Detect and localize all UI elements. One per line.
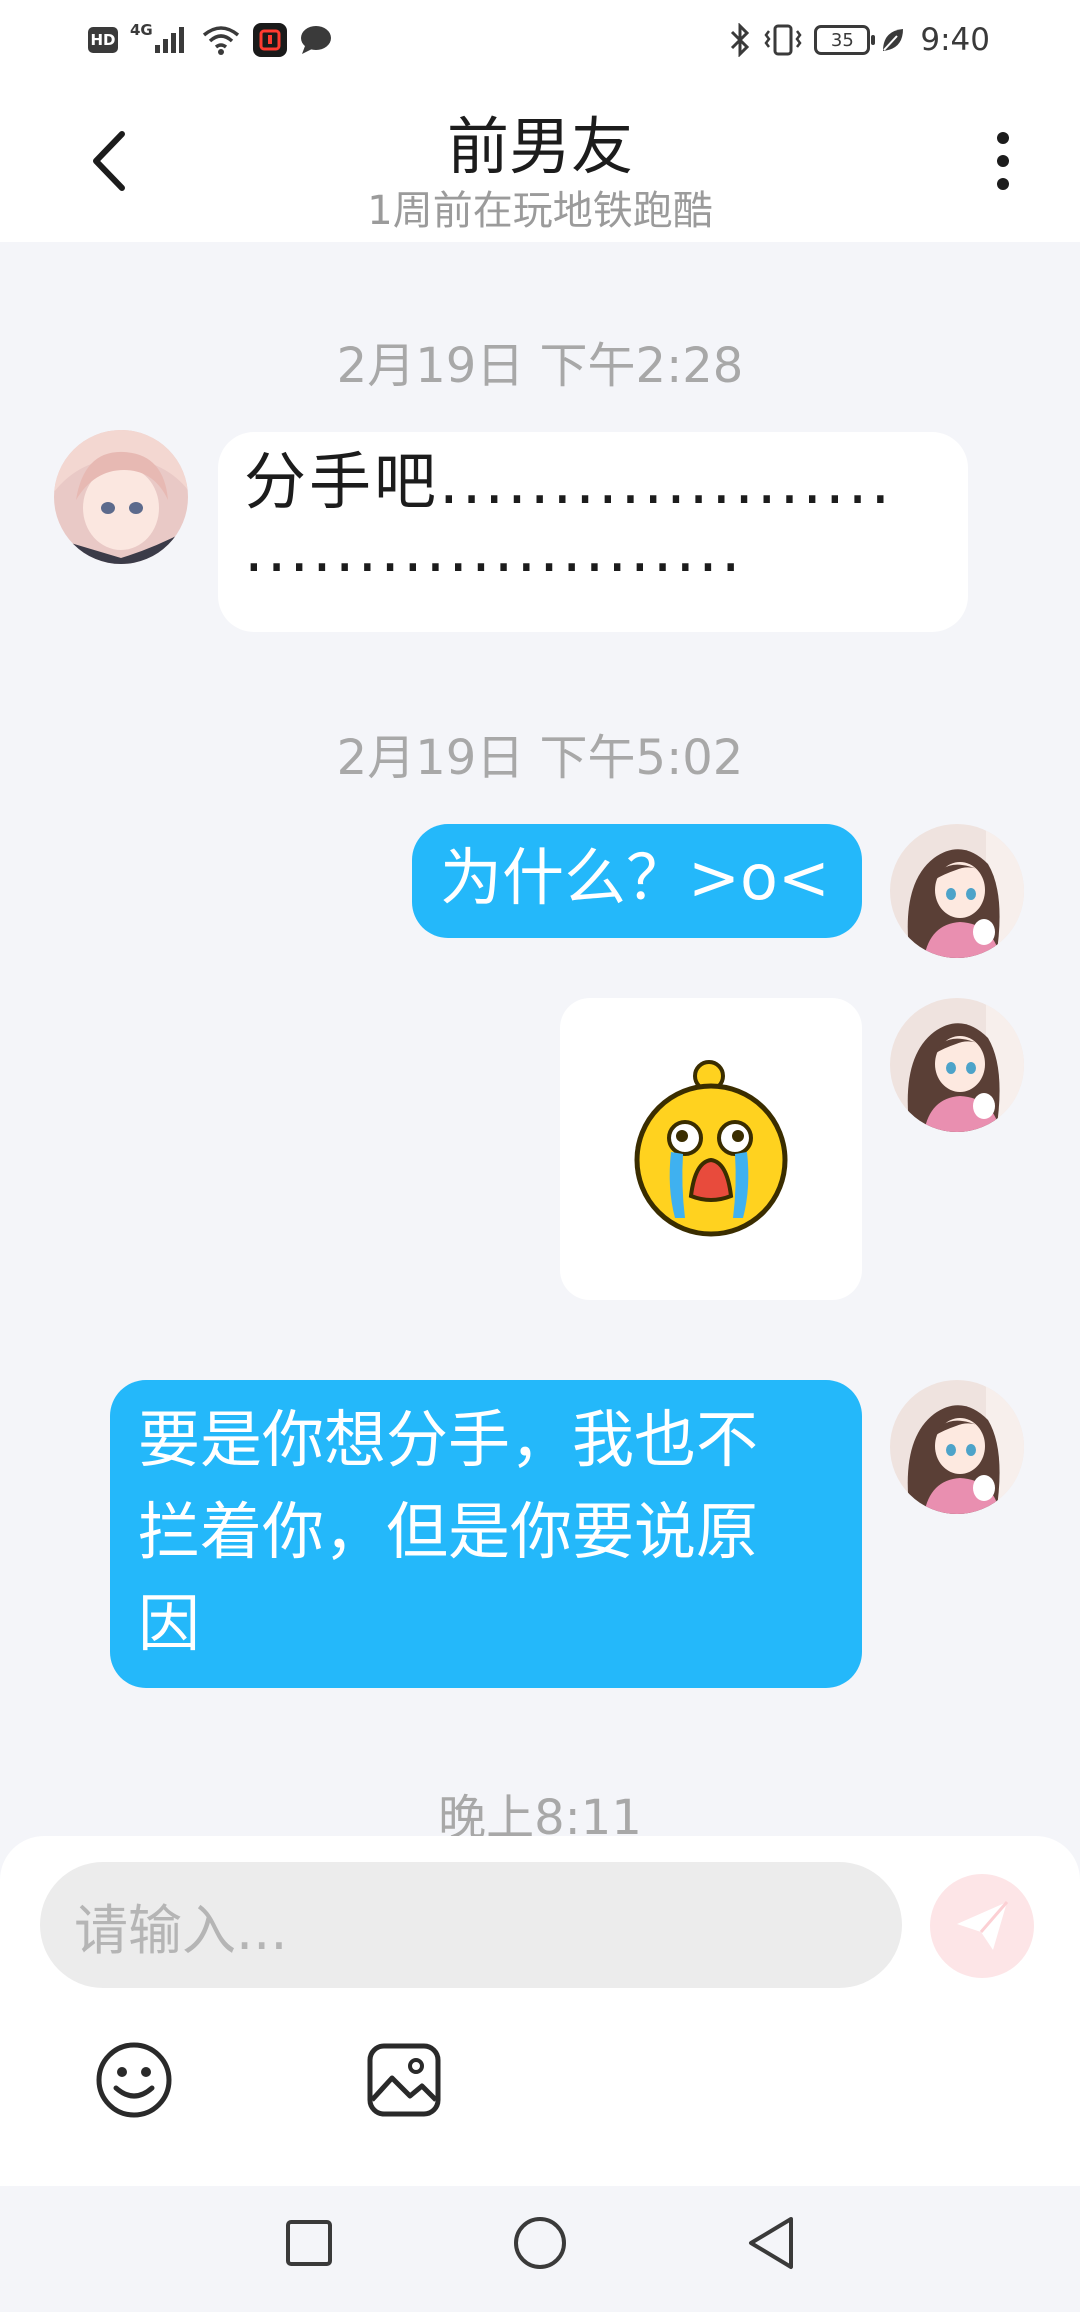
input-placeholder: 请输入...: [74, 1898, 288, 1962]
my-avatar[interactable]: [890, 824, 1024, 958]
triangle-back-icon: [749, 2217, 793, 2269]
circle-icon: [514, 2217, 566, 2269]
my-avatar[interactable]: [890, 1380, 1024, 1514]
status-time: 9:40: [920, 22, 990, 58]
crying-face-sticker: [634, 1060, 788, 1237]
message-input[interactable]: 请输入...: [40, 1862, 902, 1988]
signal-icon: [154, 27, 184, 53]
contact-avatar[interactable]: [54, 430, 188, 564]
more-vertical-icon: [997, 155, 1009, 167]
square-icon: [286, 2220, 332, 2266]
incoming-message-bubble[interactable]: 分手吧.................... ................…: [218, 432, 968, 632]
my-avatar[interactable]: [890, 998, 1024, 1132]
image-button[interactable]: [364, 2040, 444, 2120]
image-icon: [367, 2043, 441, 2117]
bluetooth-icon: [731, 23, 750, 57]
recents-button[interactable]: [276, 2210, 342, 2276]
message-text: 为什么？>o<: [440, 841, 830, 914]
system-back-button[interactable]: [738, 2210, 804, 2276]
chat-screen: HD 4G 35 9:40 前男友 1周前在玩地铁跑酷 2月19日 下午2:28…: [0, 0, 1080, 2312]
message-text-continued: 拦着你，但是你要说原: [138, 1495, 759, 1568]
message-list[interactable]: 2月19日 下午2:28 分手吧.................... ...…: [0, 242, 1080, 1846]
leaf-icon: [883, 29, 904, 51]
message-icon: [300, 26, 331, 54]
system-nav-bar: [0, 2186, 1080, 2312]
wifi-icon: [202, 26, 239, 55]
hd-icon: HD: [88, 27, 118, 53]
network-type: 4G: [130, 21, 153, 39]
vibrate-icon: [764, 24, 802, 56]
emoji-button[interactable]: [94, 2040, 174, 2120]
more-vertical-icon: [997, 178, 1009, 190]
message-timestamp: 2月19日 下午2:28: [336, 338, 744, 394]
outgoing-message-bubble[interactable]: 为什么？>o<: [412, 824, 862, 938]
status-bar: HD 4G 35 9:40: [0, 0, 1080, 80]
battery-icon: 35: [814, 25, 876, 55]
chat-header: 前男友 1周前在玩地铁跑酷: [0, 80, 1080, 242]
send-button[interactable]: [930, 1874, 1034, 1978]
status-left-icons: HD 4G: [88, 20, 333, 60]
message-composer: 请输入...: [0, 1836, 1080, 2186]
contact-status: 1周前在玩地铁跑酷: [367, 188, 713, 234]
battery-level: 35: [830, 29, 854, 51]
contact-name: 前男友: [446, 110, 633, 183]
send-icon: [957, 1901, 1009, 1950]
more-vertical-icon: [997, 132, 1009, 144]
outgoing-message-bubble[interactable]: 要是你想分手，我也不 拦着你，但是你要说原 因: [110, 1380, 862, 1688]
app-icon: [252, 23, 287, 57]
message-text: 要是你想分手，我也不: [138, 1403, 759, 1476]
status-right-icons: 35 9:40: [728, 20, 990, 60]
emoji-icon: [96, 2042, 172, 2118]
home-button[interactable]: [507, 2210, 573, 2276]
sticker-message[interactable]: [560, 998, 862, 1300]
message-text-continued: 因: [138, 1587, 201, 1660]
more-options-button[interactable]: [988, 128, 1018, 194]
message-timestamp: 2月19日 下午5:02: [336, 730, 744, 786]
